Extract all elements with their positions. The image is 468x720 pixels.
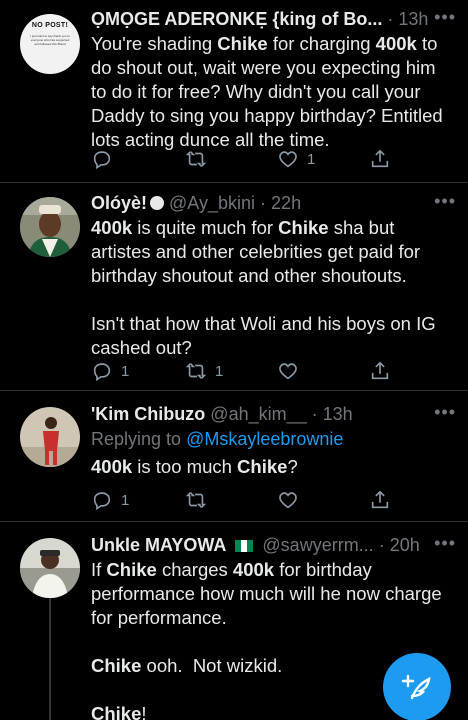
bold-text-segment: Chike (217, 33, 268, 54)
replying-to: Replying to @Mskayleebrownie (91, 427, 456, 451)
text-segment: is too much (132, 456, 238, 477)
tweet-actions: 1 1 (91, 358, 411, 384)
more-icon[interactable]: ••• (434, 190, 456, 214)
thread-line (49, 596, 51, 720)
avatar[interactable] (20, 538, 80, 598)
bold-text-segment: Chike (91, 655, 142, 676)
text-segment: charges (156, 559, 233, 580)
avatar-image (20, 197, 80, 257)
compose-icon (401, 674, 431, 700)
reply-icon (93, 151, 111, 170)
like-button[interactable]: 1 (277, 146, 315, 172)
share-button[interactable] (369, 146, 391, 172)
reply-count: 1 (121, 362, 130, 380)
timestamp[interactable]: 22h (271, 193, 301, 213)
compose-tweet-button[interactable] (383, 653, 451, 720)
retweet-button[interactable] (185, 487, 207, 513)
share-button[interactable] (369, 487, 391, 513)
bold-text-segment: Chike (91, 703, 142, 720)
share-icon (371, 361, 389, 380)
username[interactable]: @sawyerrm... (262, 535, 373, 555)
tweet-header: Unkle MAYOWA @sawyerrm... · 20h ••• (91, 532, 456, 558)
like-button[interactable] (277, 487, 299, 513)
replying-to-label: Replying to (91, 429, 187, 449)
share-button[interactable] (369, 358, 391, 384)
reply-button[interactable]: 1 (91, 487, 129, 513)
like-count: 1 (307, 150, 316, 168)
tweet-header: ỌMỌGE ADERONKẸ {king of Bo... · 13h ••• (91, 6, 456, 32)
bold-text-segment: 400k (375, 33, 417, 54)
retweet-icon (185, 151, 207, 167)
tweet-2[interactable]: Olóyè! @Ay_bkini · 22h ••• 400k is quite… (0, 183, 468, 391)
reply-button[interactable] (91, 146, 113, 172)
text-segment: ? (287, 456, 298, 477)
text-segment: is quite much for (132, 217, 279, 238)
username[interactable]: @Ay_bkini (169, 193, 255, 213)
display-name[interactable]: ỌMỌGE ADERONKẸ {king of Bo... (91, 9, 382, 29)
like-button[interactable] (277, 358, 299, 384)
tweet-text: 400k is quite much for Chike sha but art… (91, 216, 456, 360)
tweet-text: You're shading Chike for charging 400k t… (91, 32, 456, 152)
retweet-button[interactable] (185, 146, 207, 172)
retweet-count: 1 (215, 362, 224, 380)
avatar-text: NO POST! (31, 22, 69, 29)
separator-dot: · (378, 535, 385, 555)
text-segment: You're shading (91, 33, 218, 54)
bold-text-segment: Chike (278, 217, 329, 238)
display-name[interactable]: 'Kim Chibuzo (91, 404, 205, 424)
bold-text-segment: Chike (106, 559, 157, 580)
reply-count: 1 (121, 491, 130, 509)
tweet-header: Olóyè! @Ay_bkini · 22h ••• (91, 190, 456, 216)
avatar-image (20, 538, 80, 598)
timestamp[interactable]: 13h (398, 9, 428, 29)
tweet-actions: 1 (91, 146, 411, 172)
avatar[interactable] (20, 197, 80, 257)
username[interactable]: @ah_kim__ (210, 404, 306, 424)
more-icon[interactable]: ••• (434, 6, 456, 30)
retweet-button[interactable]: 1 (185, 358, 223, 384)
text-segment: If (91, 559, 107, 580)
text-segment: sha but artistes and other celebrities g… (91, 217, 436, 358)
more-icon[interactable]: ••• (434, 401, 456, 425)
separator-dot: · (260, 193, 267, 213)
display-name[interactable]: Olóyè! (91, 193, 147, 213)
separator-dot: · (311, 404, 318, 424)
timestamp[interactable]: 13h (323, 404, 353, 424)
timestamp[interactable]: 20h (390, 535, 420, 555)
text-segment: ooh. Not wizkid. (146, 655, 283, 676)
replying-to-user-link[interactable]: @Mskayleebrownie (186, 429, 343, 449)
like-icon (279, 492, 297, 509)
share-icon (371, 149, 389, 168)
tweet-3[interactable]: 'Kim Chibuzo @ah_kim__ · 13h ••• Replyin… (0, 391, 468, 522)
display-name[interactable]: Unkle MAYOWA (91, 535, 226, 555)
avatar-subtext: I just want to say thank you to everyone… (30, 34, 70, 46)
tweet-actions: 1 (91, 487, 411, 513)
like-icon (279, 151, 297, 168)
retweet-icon (185, 492, 207, 508)
reply-icon (93, 492, 111, 511)
tweet-header: 'Kim Chibuzo @ah_kim__ · 13h ••• (91, 401, 456, 427)
separator-dot: · (387, 9, 394, 29)
tweet-text: 400k is too much Chike? (91, 455, 456, 479)
retweet-icon (185, 363, 207, 379)
bold-text-segment: 400k (232, 559, 275, 580)
bold-text-segment: 400k (91, 456, 133, 477)
reply-icon (93, 363, 111, 382)
text-segment: ! (141, 703, 147, 720)
avatar[interactable] (20, 407, 80, 467)
like-icon (279, 363, 297, 380)
smiley-face-icon (150, 196, 165, 210)
avatar[interactable]: NO POST! I just want to say thank you to… (20, 14, 80, 74)
bold-text-segment: 400k (91, 217, 133, 238)
bold-text-segment: Chike (237, 456, 288, 477)
avatar-image (20, 407, 80, 467)
more-icon[interactable]: ••• (434, 532, 456, 556)
share-icon (371, 490, 389, 509)
text-segment: for charging (267, 33, 376, 54)
reply-button[interactable]: 1 (91, 358, 129, 384)
tweet-1[interactable]: NO POST! I just want to say thank you to… (0, 0, 468, 183)
nigeria-flag-icon (235, 533, 254, 552)
